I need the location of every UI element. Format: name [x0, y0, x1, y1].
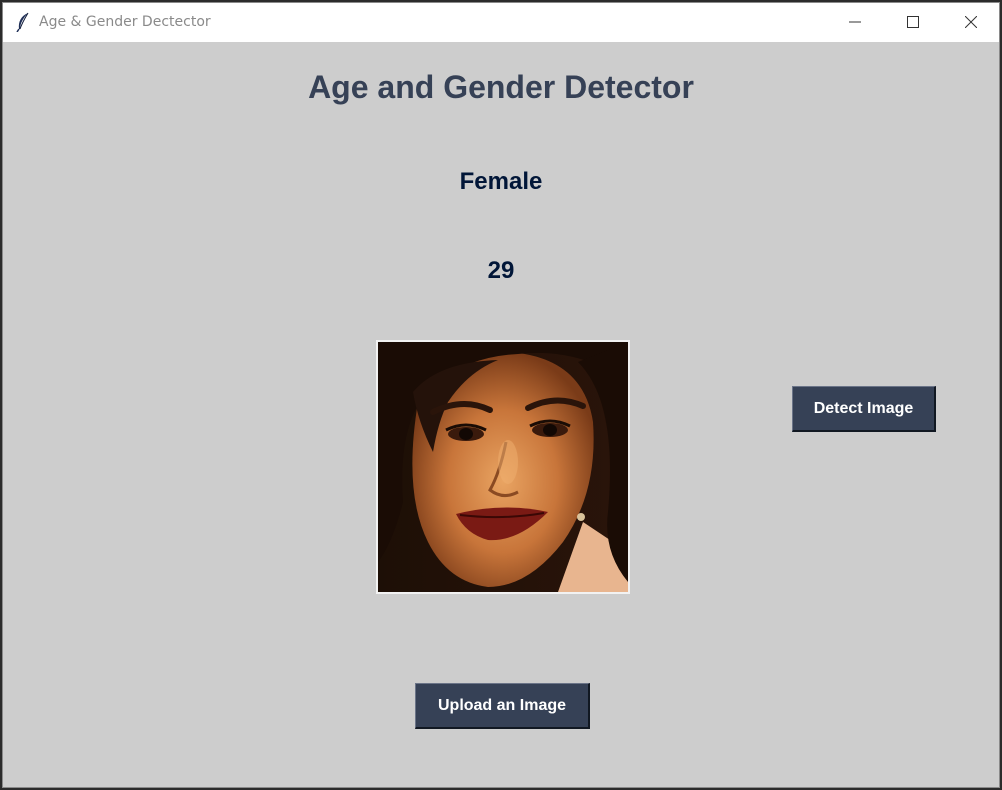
close-icon [965, 16, 977, 28]
minimize-icon [849, 21, 861, 23]
face-photo [376, 340, 630, 594]
window-title: Age & Gender Dectector [39, 14, 211, 30]
gender-result: Female [459, 168, 543, 195]
close-button[interactable] [943, 3, 999, 42]
age-result: 29 [487, 257, 515, 284]
detect-image-button[interactable]: Detect Image [792, 386, 936, 432]
feather-icon [15, 12, 31, 33]
upload-image-button[interactable]: Upload an Image [415, 683, 590, 729]
maximize-icon [907, 16, 919, 28]
page-title: Age and Gender Detector [308, 69, 694, 105]
minimize-button[interactable] [827, 3, 885, 42]
maximize-button[interactable] [885, 3, 943, 42]
app-window: Age & Gender Dectector Age and Gender De… [2, 2, 1000, 788]
title-bar[interactable]: Age & Gender Dectector [3, 3, 999, 42]
